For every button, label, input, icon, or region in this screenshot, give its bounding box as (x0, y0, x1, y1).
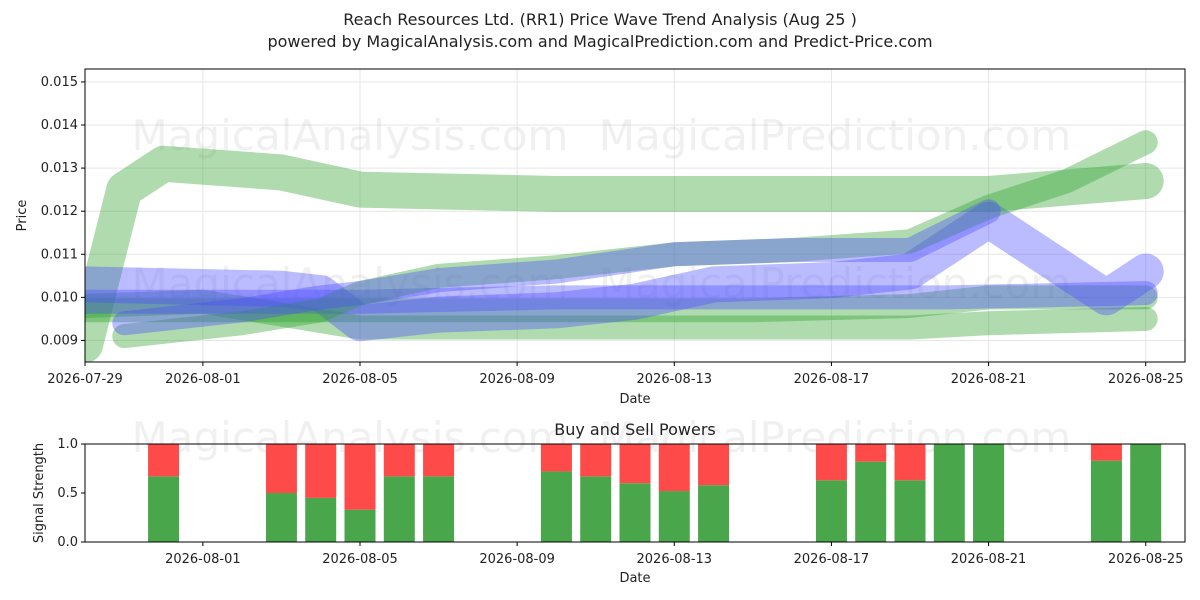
powers-x-tick-label: 2026-08-05 (322, 552, 398, 567)
x-tick-label: 2026-08-09 (479, 372, 555, 387)
powers-x-axis-label: Date (619, 571, 650, 586)
x-axis-label: Date (619, 392, 650, 407)
powers-y-tick-label: 1.0 (57, 437, 78, 452)
y-tick-label: 0.009 (41, 333, 78, 348)
buy-bar (148, 476, 180, 542)
powers-x-tick-label: 2026-08-13 (637, 552, 713, 567)
powers-y-axis-label: Signal Strength (32, 443, 47, 543)
series-group (85, 130, 1164, 362)
y-tick-label: 0.011 (41, 247, 78, 262)
sell-bar (305, 444, 337, 498)
x-tick-label: 2026-08-13 (637, 372, 713, 387)
powers-x-tick-label: 2026-08-21 (951, 552, 1027, 567)
powers-y-tick-label: 0.5 (57, 486, 78, 501)
sell-bar (894, 444, 926, 481)
sell-bar (265, 444, 297, 493)
chart-root: Reach Resources Ltd. (RR1) Price Wave Tr… (0, 0, 1200, 600)
y-tick-label: 0.012 (41, 204, 78, 219)
buy-bar (815, 480, 847, 542)
buy-bar (344, 509, 376, 542)
x-tick-label: 2026-07-29 (47, 372, 123, 387)
x-tick-label: 2026-08-05 (322, 372, 398, 387)
buy-bar (305, 497, 337, 542)
sell-bar (580, 444, 612, 477)
buy-bar (933, 444, 965, 542)
sell-bar (815, 444, 847, 481)
chart-title: Reach Resources Ltd. (RR1) Price Wave Tr… (343, 10, 857, 29)
x-tick-label: 2026-08-01 (165, 372, 241, 387)
buy-bar (540, 471, 572, 542)
y-axis-label: Price (15, 200, 30, 232)
watermark-text: MagicalPrediction.com (599, 111, 1072, 160)
powers-x-tick-label: 2026-08-01 (165, 552, 241, 567)
buy-bar (619, 483, 651, 542)
price-plot: MagicalAnalysis.com MagicalPrediction.com… (15, 68, 1186, 462)
buy-bar (1090, 460, 1122, 542)
buy-bar (423, 476, 455, 542)
y-tick-label: 0.014 (41, 118, 78, 133)
y-tick-label: 0.013 (41, 161, 78, 176)
sell-bar (698, 444, 730, 486)
buy-bar (894, 480, 926, 542)
sell-bar (1090, 444, 1122, 461)
buy-bar (1130, 444, 1162, 542)
sell-bar (540, 444, 572, 472)
x-tick-label: 2026-08-25 (1108, 372, 1184, 387)
buy-bar (658, 491, 690, 542)
sell-bar (658, 444, 690, 492)
buy-bar (383, 476, 415, 542)
sell-bar (344, 444, 376, 510)
sell-bar (855, 444, 887, 462)
y-tick-label: 0.010 (41, 290, 78, 305)
buy-bar (855, 461, 887, 542)
sell-bar (148, 444, 180, 477)
powers-x-tick-label: 2026-08-09 (479, 552, 555, 567)
x-tick-label: 2026-08-17 (794, 372, 870, 387)
buy-bar (580, 476, 612, 542)
chart-subtitle: powered by MagicalAnalysis.com and Magic… (267, 32, 932, 51)
y-tick-label: 0.015 (41, 75, 78, 90)
powers-y-tick-label: 0.0 (57, 535, 78, 550)
buy-bar (265, 493, 297, 542)
sell-bar (383, 444, 415, 477)
sell-bar (619, 444, 651, 484)
buy-bar (698, 485, 730, 542)
x-tick-label: 2026-08-21 (951, 372, 1027, 387)
powers-x-tick-label: 2026-08-17 (794, 552, 870, 567)
powers-x-tick-label: 2026-08-25 (1108, 552, 1184, 567)
chart-svg: Reach Resources Ltd. (RR1) Price Wave Tr… (15, 10, 1186, 586)
buy-bar (973, 444, 1005, 542)
powers-title: Buy and Sell Powers (554, 420, 716, 439)
sell-bar (423, 444, 455, 477)
